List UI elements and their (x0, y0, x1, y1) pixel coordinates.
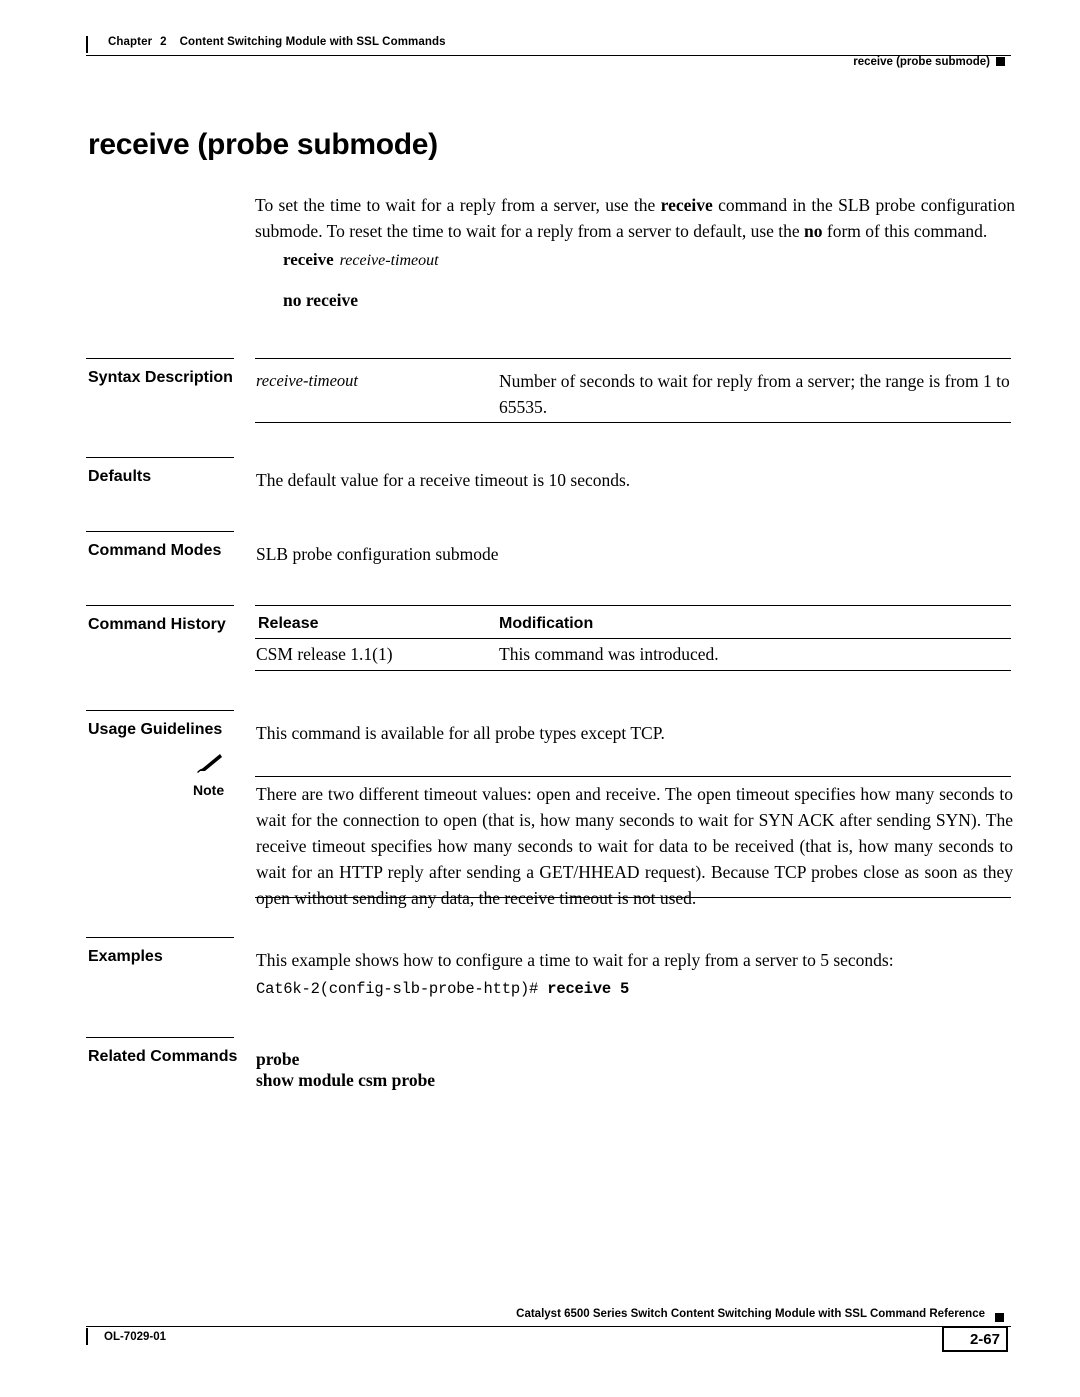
section-label-usage-guidelines: Usage Guidelines (88, 721, 223, 738)
header-running-head: receive (probe submode) (853, 56, 990, 68)
footer-doc-title: Catalyst 6500 Series Switch Content Swit… (516, 1308, 985, 1320)
syntax-command-name: receive (283, 250, 334, 269)
syntax-command-argument: receive-timeout (339, 252, 439, 269)
examples-label-rule (86, 937, 234, 938)
syntax-description-bottom-rule (255, 422, 1011, 423)
section-label-command-modes: Command Modes (88, 542, 222, 559)
note-top-rule (255, 776, 1011, 777)
note-label: Note (193, 782, 225, 798)
usage-guidelines-text: This command is available for all probe … (256, 723, 665, 743)
document-page: Chapter 2 Content Switching Module with SS… (0, 0, 1080, 1397)
intro-bold-receive: receive (660, 195, 713, 215)
intro-bold-no: no (804, 221, 823, 241)
footer-doc-number: OL-7029-01 (104, 1331, 167, 1343)
intro-part3: form of this command. (822, 221, 988, 241)
defaults-label-rule (86, 457, 234, 458)
usage-guidelines-label-rule (86, 710, 234, 711)
header-chapter-title: Content Switching Module with SSL Comman… (179, 36, 446, 48)
footer-page-number-box: 2-67 (942, 1326, 1008, 1352)
section-label-syntax-description: Syntax Description (88, 369, 233, 386)
intro-paragraph: To set the time to wait for a reply from… (255, 192, 1015, 244)
examples-text: This example shows how to configure a ti… (256, 950, 894, 970)
syntax-description-label-rule (86, 358, 234, 359)
intro-part1: To set the time to wait for a reply from… (255, 195, 661, 215)
command-history-header-rule (255, 638, 1011, 639)
header-left-tick (86, 36, 88, 53)
command-history-bottom-rule (255, 670, 1011, 671)
section-label-defaults: Defaults (88, 468, 152, 485)
header-square-marker (996, 57, 1005, 66)
header-chapter: Chapter 2 Content Switching Module with SS… (108, 36, 446, 48)
command-history-col-release: Release (258, 615, 319, 632)
header-chapter-number: 2 (160, 36, 167, 48)
pencil-note-icon (197, 754, 222, 774)
command-history-row-release: CSM release 1.1(1) (256, 644, 393, 664)
related-command-show-module-csm-probe: show module csm probe (256, 1070, 436, 1090)
header-chapter-label: Chapter (108, 36, 153, 48)
command-modes-label-rule (86, 531, 234, 532)
section-label-examples: Examples (88, 948, 163, 965)
section-label-command-history: Command History (88, 616, 226, 633)
syntax-no-form: no receive (283, 290, 358, 310)
examples-code-block: Cat6k-2(config-slb-probe-http)# receive … (256, 980, 629, 998)
section-label-related-commands: Related Commands (88, 1048, 238, 1065)
syntax-command-line: receive receive-timeout (283, 250, 439, 270)
command-modes-text: SLB probe configuration submode (256, 544, 499, 564)
footer-left-tick (86, 1328, 88, 1345)
command-history-label-rule (86, 605, 234, 606)
syntax-description-definition: Number of seconds to wait for reply from… (499, 371, 1010, 417)
examples-code-prompt: Cat6k-2(config-slb-probe-http)# (256, 980, 548, 998)
examples-code-command: receive 5 (547, 980, 630, 998)
command-history-top-rule (255, 605, 1011, 606)
command-history-row-modification: This command was introduced. (499, 644, 719, 664)
defaults-text: The default value for a receive timeout … (256, 470, 631, 490)
note-text: There are two different timeout values: … (256, 784, 1013, 908)
note-bottom-rule (255, 897, 1011, 898)
syntax-description-term: receive-timeout (256, 371, 358, 390)
command-history-col-modification: Modification (499, 615, 594, 632)
page-title: receive (probe submode) (88, 128, 438, 161)
syntax-description-top-rule (255, 358, 1011, 359)
footer-square-marker (995, 1313, 1004, 1322)
footer-page-number: 2-67 (969, 1331, 1000, 1348)
footer-rule (86, 1326, 1011, 1327)
related-commands-label-rule (86, 1037, 234, 1038)
